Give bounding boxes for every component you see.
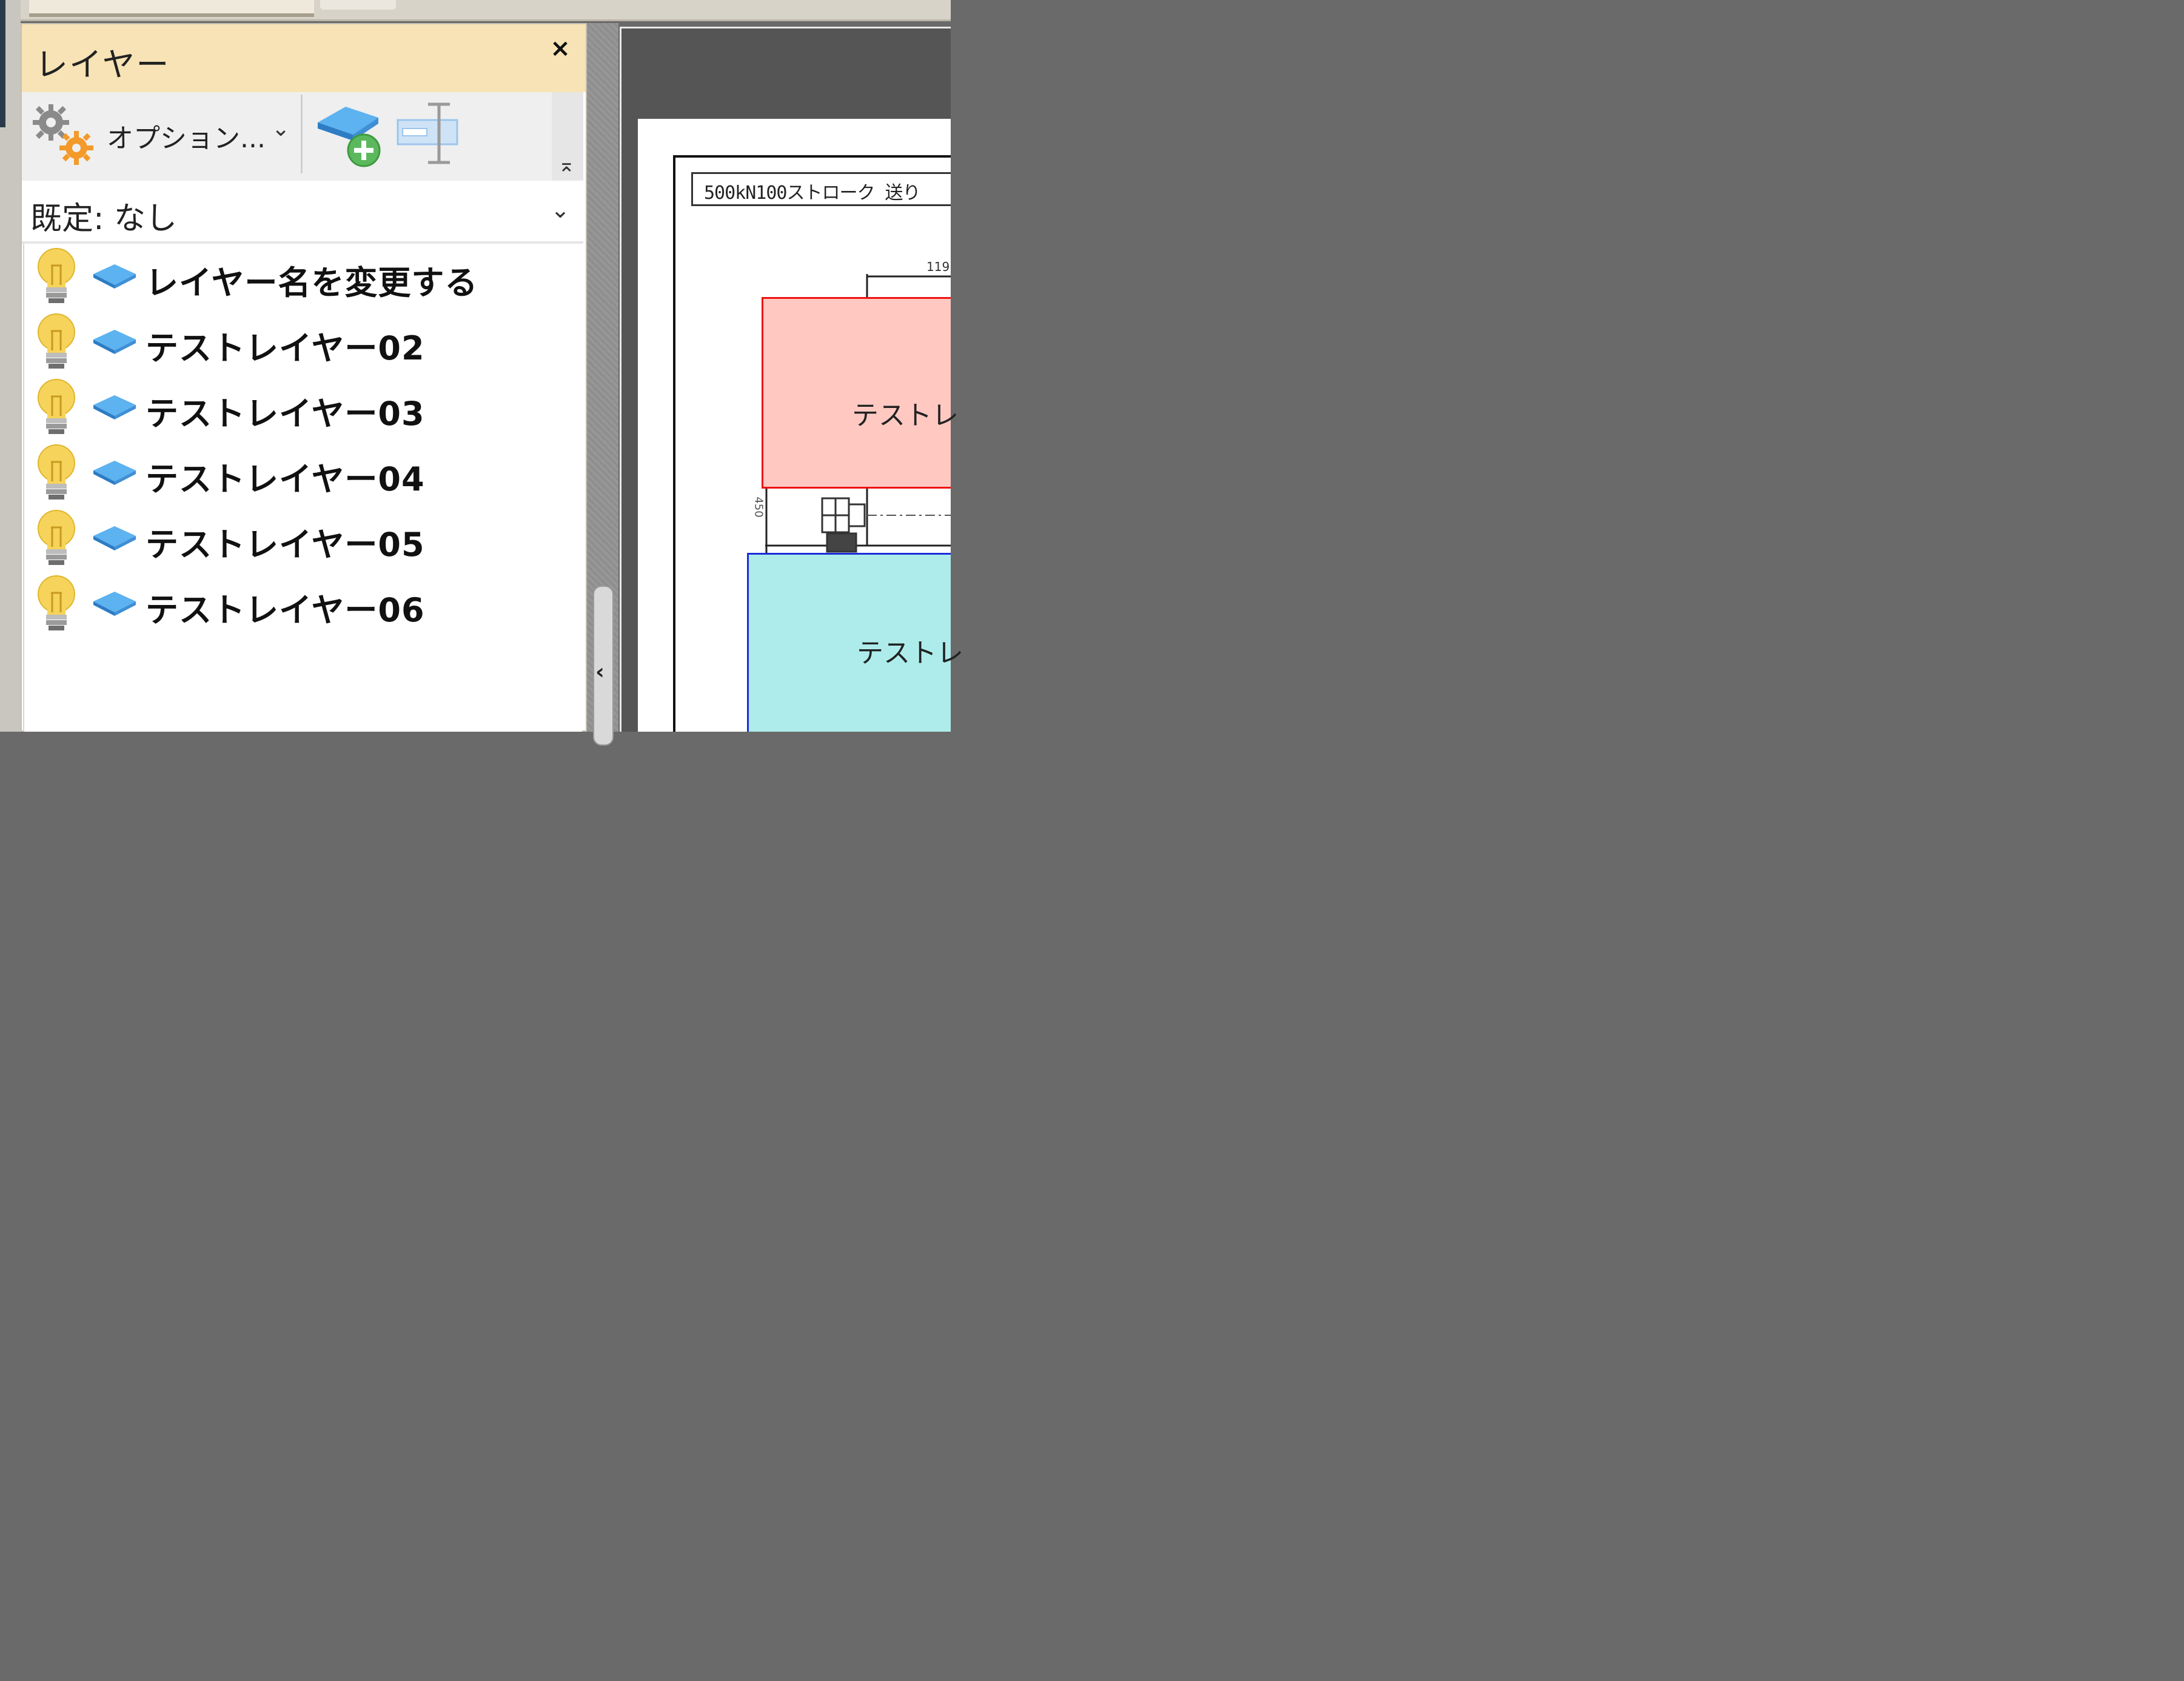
window-top-strip	[0, 0, 951, 21]
layer-name[interactable]: レイヤー名を変更する	[146, 256, 478, 304]
layer-toolbar: オプション... ⌄ ⌅	[22, 92, 583, 181]
layer-row[interactable]: テストレイヤー03	[24, 377, 582, 438]
panel-title: レイヤー	[35, 45, 170, 84]
drawing-title: 500kN100ストローク 送り	[704, 182, 921, 204]
lightbulb-icon[interactable]	[35, 444, 78, 502]
gears-icon	[33, 104, 93, 165]
layer-icon	[93, 526, 136, 550]
layer-row[interactable]: テストレイヤー02	[24, 312, 582, 372]
collapse-toolbar-icon[interactable]: ⌅	[558, 153, 575, 177]
collapse-panel-icon[interactable]: ‹	[595, 660, 605, 684]
toolbar-overflow: ⌅	[552, 92, 583, 181]
layer-name[interactable]: テストレイヤー06	[146, 583, 425, 631]
add-layer-button[interactable]	[314, 101, 387, 173]
layer-row[interactable]: テストレイヤー05	[24, 508, 582, 569]
layer-panel-header: レイヤー ×	[22, 24, 586, 92]
chevron-down-icon: ⌄	[551, 196, 570, 223]
default-layer-label: 既定: なし	[30, 201, 178, 237]
chevron-down-icon: ⌄	[272, 116, 290, 141]
drawing-title-box[interactable]: 500kN100ストローク 送り	[691, 172, 951, 206]
options-label: オプション...	[107, 123, 266, 154]
layer-name[interactable]: テストレイヤー02	[146, 321, 425, 369]
lightbulb-icon[interactable]	[35, 247, 78, 306]
layer-icon	[93, 330, 136, 354]
layer-name[interactable]: テストレイヤー03	[146, 387, 425, 435]
toolbar-separator	[301, 95, 303, 173]
layer-icon	[93, 461, 136, 485]
add-layer-icon	[318, 107, 381, 167]
lightbulb-icon[interactable]	[35, 313, 78, 371]
secondary-tab[interactable]	[320, 0, 396, 10]
default-layer-select[interactable]: 既定: なし ⌄	[22, 181, 583, 244]
options-button[interactable]: オプション... ⌄	[28, 98, 301, 171]
close-icon[interactable]: ×	[548, 36, 572, 61]
document-tab[interactable]	[29, 0, 314, 17]
rename-layer-icon	[397, 102, 458, 164]
layer-icon	[93, 592, 136, 616]
layer-icon	[93, 395, 136, 419]
layer-panel: レイヤー × オプション... ⌄ ⌅ 既定: なし ⌄ レイヤー名を変更する …	[21, 23, 587, 732]
layer-row[interactable]: レイヤー名を変更する	[24, 246, 582, 307]
left-edge	[0, 0, 21, 732]
shape-label: テストレ	[857, 638, 963, 669]
layer-icon	[93, 264, 136, 289]
left-edge-dark	[0, 0, 5, 127]
layer-name[interactable]: テストレイヤー04	[146, 452, 425, 500]
layer-row[interactable]: テストレイヤー04	[24, 443, 582, 503]
layer-row[interactable]: テストレイヤー06	[24, 573, 582, 634]
shape-label: テストレ	[852, 400, 959, 431]
rename-layer-button[interactable]	[394, 102, 462, 170]
panel-gutter: ‹	[587, 23, 618, 746]
lightbulb-icon[interactable]	[35, 509, 78, 567]
dimension-label: 119	[926, 259, 950, 274]
layer-list: レイヤー名を変更する テストレイヤー02 テストレイヤー03 テストレイヤー04…	[23, 244, 582, 732]
lightbulb-icon[interactable]	[35, 575, 78, 633]
layer-name[interactable]: テストレイヤー05	[146, 518, 425, 566]
red-layer-shape[interactable]: テストレ	[762, 297, 959, 489]
dimension-label: 450	[752, 496, 765, 518]
blue-layer-shape[interactable]: テストレ	[747, 553, 963, 732]
lightbulb-icon[interactable]	[35, 378, 78, 436]
